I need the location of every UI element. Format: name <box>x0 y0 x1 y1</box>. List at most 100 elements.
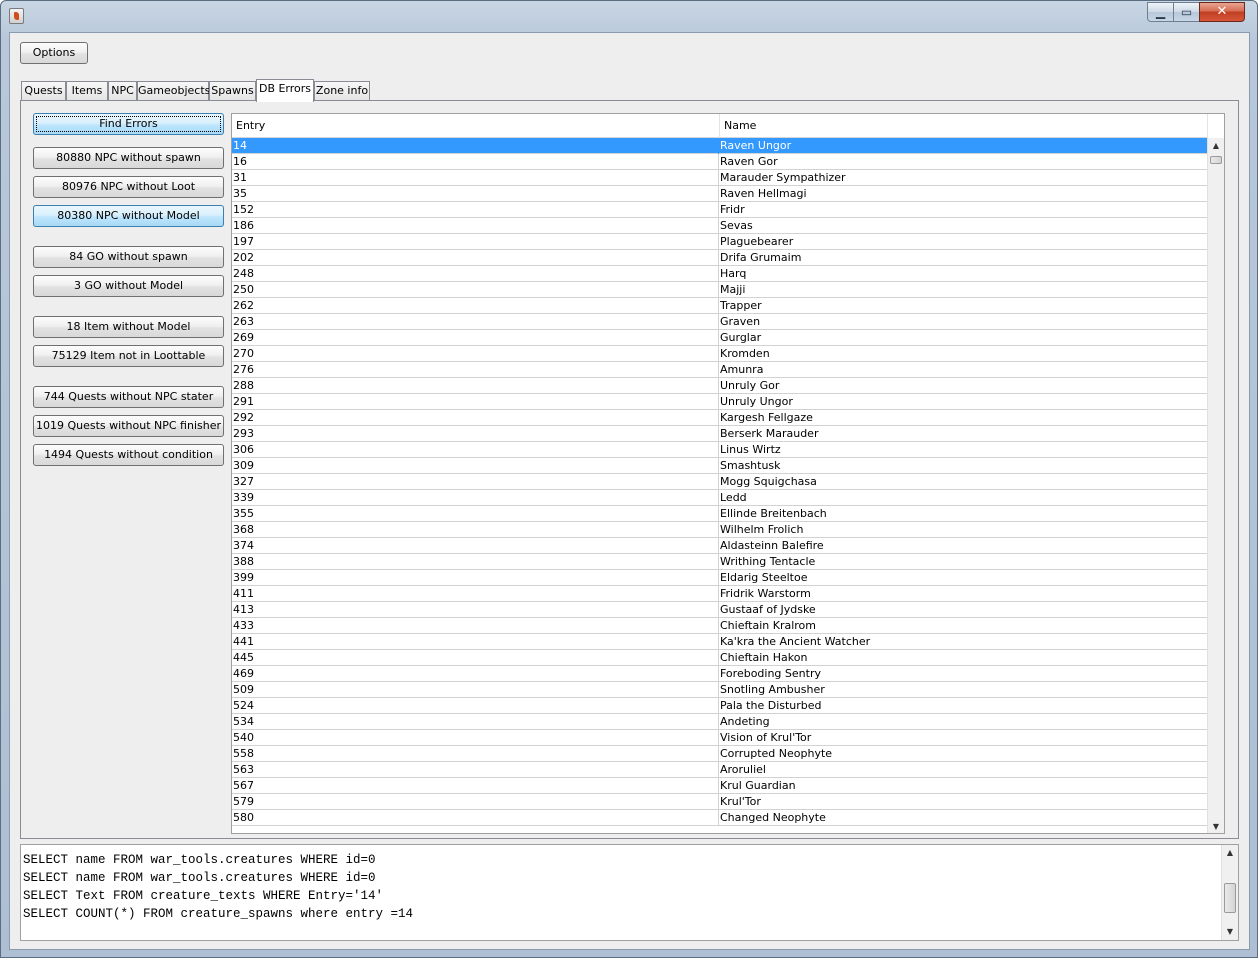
close-button[interactable]: ✕ <box>1199 2 1245 22</box>
table-row[interactable]: 540 Vision of Krul'Tor <box>232 730 1208 746</box>
tab-spawns[interactable]: Spawns <box>209 81 256 101</box>
table-row[interactable]: 469 Foreboding Sentry <box>232 666 1208 682</box>
sql-log-console[interactable]: SELECT name FROM war_tools.creatures WHE… <box>20 844 1239 941</box>
table-row[interactable]: 31 Marauder Sympathizer <box>232 170 1208 186</box>
java-cup-icon[interactable] <box>9 8 24 24</box>
table-row[interactable]: 524 Pala the Disturbed <box>232 698 1208 714</box>
entry-cell: 202 <box>233 250 719 266</box>
table-row[interactable]: 534 Andeting <box>232 714 1208 730</box>
table-row[interactable]: 263 Graven <box>232 314 1208 330</box>
name-cell: Snotling Ambusher <box>720 683 825 696</box>
name-cell: Eldarig Steeltoe <box>720 571 808 584</box>
table-row[interactable]: 388 Writhing Tentacle <box>232 554 1208 570</box>
scroll-up-icon[interactable]: ▲ <box>1208 138 1224 154</box>
table-row[interactable]: 293 Berserk Marauder <box>232 426 1208 442</box>
table-row[interactable]: 288 Unruly Gor <box>232 378 1208 394</box>
table-row[interactable]: 327 Mogg Squigchasa <box>232 474 1208 490</box>
table-row[interactable]: 248 Harq <box>232 266 1208 282</box>
table-row[interactable]: 276 Amunra <box>232 362 1208 378</box>
table-row[interactable]: 35 Raven Hellmagi <box>232 186 1208 202</box>
table-row[interactable]: 374 Aldasteinn Balefire <box>232 538 1208 554</box>
quests-without-npc-starter-button[interactable]: 744 Quests without NPC stater <box>33 386 224 408</box>
quests-without-condition-button[interactable]: 1494 Quests without condition <box>33 444 224 466</box>
table-row[interactable]: 250 Majji <box>232 282 1208 298</box>
item-not-in-loottable-button[interactable]: 75129 Item not in Loottable <box>33 345 224 367</box>
table-row[interactable]: 413 Gustaaf of Jydske <box>232 602 1208 618</box>
table-row[interactable]: 269 Gurglar <box>232 330 1208 346</box>
options-button[interactable]: Options <box>20 42 88 64</box>
npc-without-model-button[interactable]: 80380 NPC without Model <box>33 205 224 227</box>
scroll-thumb[interactable] <box>1210 156 1222 164</box>
maximize-button[interactable]: ▭ <box>1173 2 1200 22</box>
name-cell: Gurglar <box>720 331 762 344</box>
name-cell: Krul'Tor <box>720 795 761 808</box>
table-row[interactable]: 306 Linus Wirtz <box>232 442 1208 458</box>
entry-cell: 31 <box>233 170 719 186</box>
scroll-down-icon[interactable]: ▼ <box>1208 819 1224 833</box>
entry-cell: 433 <box>233 618 719 634</box>
table-row[interactable]: 262 Trapper <box>232 298 1208 314</box>
item-without-model-button[interactable]: 18 Item without Model <box>33 316 224 338</box>
name-cell: Sevas <box>720 219 753 232</box>
table-row[interactable]: 186 Sevas <box>232 218 1208 234</box>
tab-npc[interactable]: NPC <box>108 81 137 101</box>
table-row[interactable]: 558 Corrupted Neophyte <box>232 746 1208 762</box>
table-row[interactable]: 270 Kromden <box>232 346 1208 362</box>
table-row[interactable]: 14 Raven Ungor <box>232 138 1208 154</box>
find-errors-button[interactable]: Find Errors <box>33 113 224 135</box>
name-cell: Ka'kra the Ancient Watcher <box>720 635 871 648</box>
console-scroll-down-icon[interactable]: ▼ <box>1222 924 1238 940</box>
table-row[interactable]: 445 Chieftain Hakon <box>232 650 1208 666</box>
npc-without-spawn-button[interactable]: 80880 NPC without spawn <box>33 147 224 169</box>
entry-cell: 293 <box>233 426 719 442</box>
console-scroll-thumb[interactable] <box>1224 883 1236 913</box>
table-row[interactable]: 563 Aroruliel <box>232 762 1208 778</box>
name-cell: Ellinde Breitenbach <box>720 507 827 520</box>
table-row[interactable]: 399 Eldarig Steeltoe <box>232 570 1208 586</box>
table-row[interactable]: 509 Snotling Ambusher <box>232 682 1208 698</box>
name-cell: Fridrik Warstorm <box>720 587 811 600</box>
name-cell: Krul Guardian <box>720 779 796 792</box>
table-row[interactable]: 291 Unruly Ungor <box>232 394 1208 410</box>
minimize-button[interactable]: ▁ <box>1147 2 1174 22</box>
tab-items[interactable]: Items <box>66 81 108 101</box>
entry-cell: 524 <box>233 698 719 714</box>
table-row[interactable]: 16 Raven Gor <box>232 154 1208 170</box>
name-cell: Majji <box>720 283 746 296</box>
tab-quests[interactable]: Quests <box>21 81 66 101</box>
quests-without-npc-finisher-button[interactable]: 1019 Quests without NPC finisher <box>33 415 224 437</box>
table-row[interactable]: 567 Krul Guardian <box>232 778 1208 794</box>
app-window: ▁ ▭ ✕ Options Quests Items NPC Gameobjec… <box>0 0 1258 958</box>
console-scroll-up-icon[interactable]: ▲ <box>1222 845 1238 861</box>
table-row[interactable]: 355 Ellinde Breitenbach <box>232 506 1208 522</box>
table-row[interactable]: 309 Smashtusk <box>232 458 1208 474</box>
table-row[interactable]: 441 Ka'kra the Ancient Watcher <box>232 634 1208 650</box>
name-cell: Writhing Tentacle <box>720 555 816 568</box>
go-without-model-button[interactable]: 3 GO without Model <box>33 275 224 297</box>
npc-without-loot-button[interactable]: 80976 NPC without Loot <box>33 176 224 198</box>
table-scrollbar[interactable]: ▲ ▼ <box>1207 138 1224 833</box>
entry-cell: 441 <box>233 634 719 650</box>
tab-gameobjects[interactable]: Gameobjects <box>137 81 210 101</box>
column-header-entry[interactable]: Entry <box>232 114 720 138</box>
tab-db-errors[interactable]: DB Errors <box>256 79 314 102</box>
name-cell: Gustaaf of Jydske <box>720 603 816 616</box>
table-row[interactable]: 580 Changed Neophyte <box>232 810 1208 826</box>
entry-cell: 388 <box>233 554 719 570</box>
table-row[interactable]: 152 Fridr <box>232 202 1208 218</box>
console-scrollbar[interactable]: ▲ ▼ <box>1221 845 1238 940</box>
name-cell: Smashtusk <box>720 459 781 472</box>
column-header-name[interactable]: Name <box>720 114 1208 138</box>
entry-cell: 152 <box>233 202 719 218</box>
title-bar[interactable]: ▁ ▭ ✕ <box>1 1 1257 31</box>
table-row[interactable]: 339 Ledd <box>232 490 1208 506</box>
table-row[interactable]: 197 Plaguebearer <box>232 234 1208 250</box>
tab-zone-info[interactable]: Zone info <box>314 81 370 101</box>
table-row[interactable]: 411 Fridrik Warstorm <box>232 586 1208 602</box>
table-row[interactable]: 433 Chieftain Kralrom <box>232 618 1208 634</box>
table-row[interactable]: 202 Drifa Grumaim <box>232 250 1208 266</box>
table-row[interactable]: 579 Krul'Tor <box>232 794 1208 810</box>
table-row[interactable]: 292 Kargesh Fellgaze <box>232 410 1208 426</box>
go-without-spawn-button[interactable]: 84 GO without spawn <box>33 246 224 268</box>
table-row[interactable]: 368 Wilhelm Frolich <box>232 522 1208 538</box>
